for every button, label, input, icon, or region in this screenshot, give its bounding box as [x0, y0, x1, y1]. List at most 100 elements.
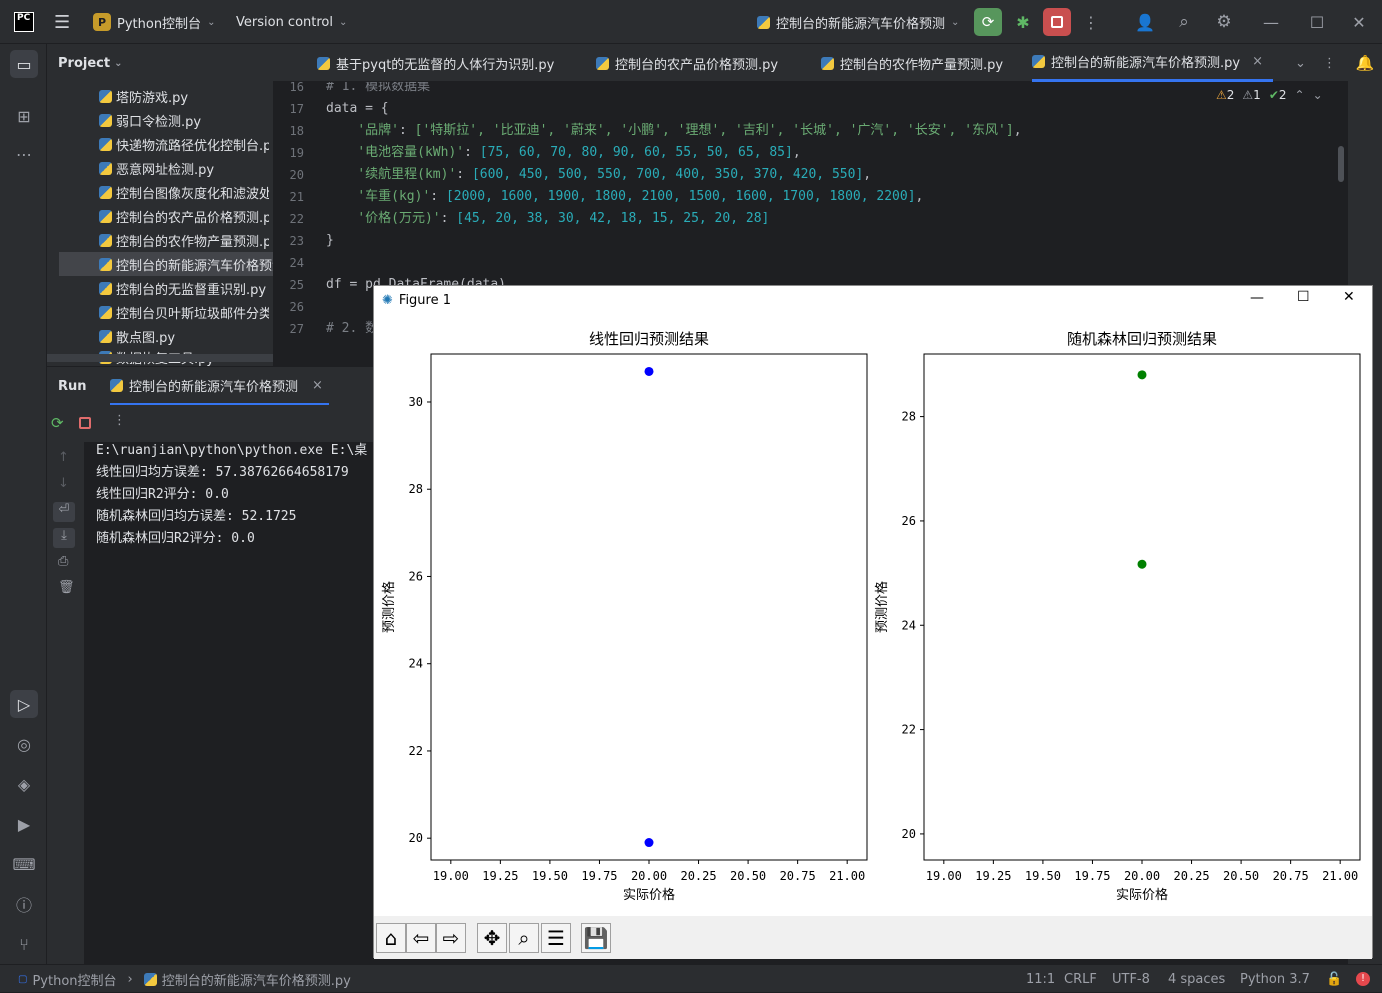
more-tools-button[interactable]: ⋯ [10, 140, 38, 168]
file-name: 控制台的农产品价格预测.py [116, 210, 269, 226]
chevron-down-icon: ⌄ [114, 57, 123, 69]
figure-maximize-button[interactable]: ☐ [1297, 289, 1310, 305]
run-config-selector[interactable]: 控制台的新能源汽车价格预测 ⌄ [757, 0, 959, 44]
print-button[interactable]: ⎙ [58, 554, 68, 569]
breadcrumb-project[interactable]: Python控制台 [32, 970, 116, 989]
minimize-button[interactable]: — [1248, 0, 1294, 44]
pycharm-logo-icon: PC [14, 12, 34, 32]
terminal-button[interactable]: ⌨ [10, 850, 38, 878]
line-number: 19 [289, 146, 304, 160]
project-tree-item[interactable]: 控制台贝叶斯垃圾邮件分类.py [99, 300, 269, 324]
editor-tab-active[interactable]: 控制台的新能源汽车价格预测.py × [1032, 44, 1273, 82]
python-interpreter[interactable]: Python 3.7 [1240, 965, 1310, 993]
project-tree-item[interactable]: 散点图.py [99, 324, 269, 348]
debug-button[interactable]: ✱ [1009, 8, 1037, 36]
more-actions-button[interactable]: ⋮ [1077, 8, 1105, 36]
run-tab[interactable]: 控制台的新能源汽车价格预测 × [110, 367, 329, 405]
file-encoding[interactable]: UTF-8 [1112, 965, 1150, 993]
git-button[interactable]: ⑂ [10, 930, 38, 958]
chevron-down-icon[interactable]: ⌄ [1313, 88, 1323, 102]
close-tab-icon[interactable]: × [312, 378, 323, 393]
stop-button[interactable] [1043, 8, 1071, 36]
down-button[interactable]: ↓ [58, 476, 69, 491]
run-tool-button[interactable]: ▷ [10, 690, 38, 718]
project-tree-item[interactable]: 控制台图像灰度化和滤波处理.py [99, 180, 269, 204]
home-button[interactable]: ⌂ [376, 923, 406, 953]
x-tick-label: 20.25 [680, 869, 716, 883]
caret-position[interactable]: 11:1 [1026, 965, 1055, 993]
plot-frame [430, 353, 868, 861]
maximize-button[interactable]: ☐ [1294, 0, 1340, 44]
up-button[interactable]: ↑ [58, 450, 69, 465]
zoom-button[interactable]: ⌕ [509, 923, 539, 953]
clear-button[interactable]: 🗑 [58, 580, 75, 595]
project-tree-item[interactable]: 快递物流路径优化控制台.py [99, 132, 269, 156]
tab-more-button[interactable]: ⋮ [1323, 44, 1336, 82]
more-actions-button[interactable]: ⋮ [113, 413, 126, 428]
breadcrumb-file[interactable]: 控制台的新能源汽车价格预测.py [162, 970, 351, 989]
project-tree-item[interactable]: 控制台的农产品价格预测.py [99, 204, 269, 228]
structure-tool-button[interactable]: ⊞ [10, 102, 38, 130]
app-logo: PC [14, 0, 34, 44]
horizontal-scrollbar[interactable] [47, 354, 273, 362]
save-figure-button[interactable]: 💾 [581, 923, 611, 953]
settings-button[interactable]: ⚙ [1210, 8, 1238, 36]
lock-icon[interactable]: 🔓 [1326, 965, 1342, 993]
pan-button[interactable]: ✥ [477, 923, 507, 953]
line-number: 20 [289, 168, 304, 182]
project-panel-header[interactable]: Project ⌄ [47, 44, 273, 82]
close-button[interactable]: ✕ [1336, 0, 1382, 44]
inspection-widget[interactable]: ⚠2 ⚠1 ✔2 ⌃ ⌄ [1216, 88, 1323, 102]
move-icon: ✥ [483, 926, 501, 950]
figure-close-button[interactable]: ✕ [1343, 289, 1355, 305]
project-tool-button[interactable]: ▭ [10, 50, 38, 78]
close-tab-icon[interactable]: × [1252, 54, 1263, 69]
rerun-button[interactable]: ⟳ [51, 414, 64, 432]
y-tick-label: 26 [902, 514, 916, 528]
project-tree-item[interactable]: 塔防游戏.py [99, 84, 269, 108]
configure-subplots-button[interactable]: ☰ [541, 923, 571, 953]
project-tree-item[interactable]: 弱口令检测.py [99, 108, 269, 132]
console-output[interactable]: E:\ruanjian\python\python.exe E:\桌 线性回归均… [84, 442, 373, 964]
chevron-up-icon[interactable]: ⌃ [1295, 88, 1305, 102]
module-icon: ▢ [18, 973, 28, 985]
x-tick-label: 21.00 [829, 869, 865, 883]
git-branch-icon: ⑂ [19, 934, 29, 954]
line-separator[interactable]: CRLF [1064, 965, 1097, 993]
editor-tab[interactable]: 控制台的农作物产量预测.py [821, 44, 1003, 82]
project-selector[interactable]: P Python控制台 ⌄ [93, 0, 215, 44]
python-console-button[interactable]: ◎ [10, 730, 38, 758]
search-button[interactable]: ⌕ [1170, 8, 1198, 36]
x-tick-label: 19.75 [581, 869, 617, 883]
maximize-icon: ☐ [1309, 12, 1325, 32]
vcs-selector[interactable]: Version control ⌄ [236, 0, 347, 44]
tab-list-button[interactable]: ⌄ [1295, 44, 1306, 82]
editor-tab[interactable]: 基于pyqt的无监督的人体行为识别.py [317, 44, 554, 82]
figure-canvas[interactable]: 线性回归预测结果 19.00 19.25 19.50 19.75 20.00 20.25 20… [374, 314, 1372, 916]
y-tick-label: 20 [409, 831, 423, 845]
back-button[interactable]: ⇦ [406, 923, 436, 953]
problems-button[interactable]: ⓘ [10, 890, 38, 918]
dict-key: '车重(kg)' [357, 189, 431, 204]
project-tree-item[interactable]: 控制台的农作物产量预测.py [99, 228, 269, 252]
figure-minimize-button[interactable]: — [1250, 290, 1264, 306]
indent-setting[interactable]: 4 spaces [1168, 965, 1225, 993]
notifications-button[interactable]: 🔔 [1354, 52, 1376, 74]
arrow-up-icon: ↑ [58, 450, 69, 465]
services-button[interactable]: ▶ [10, 810, 38, 838]
scroll-to-end-button[interactable]: ⤓ [53, 528, 75, 548]
project-tree-item[interactable]: 恶意网址检测.py [99, 156, 269, 180]
forward-button[interactable]: ⇨ [436, 923, 466, 953]
error-indicator[interactable]: ! [1356, 965, 1370, 993]
vertical-scrollbar[interactable] [1338, 146, 1344, 182]
editor-tab[interactable]: 控制台的农产品价格预测.py [596, 44, 778, 82]
print-icon: ⎙ [58, 554, 69, 569]
stop-button[interactable] [79, 417, 91, 429]
add-user-button[interactable]: 👤 [1131, 8, 1159, 36]
soft-wrap-button[interactable]: ⏎ [53, 502, 75, 522]
main-menu-icon[interactable]: ☰ [54, 0, 70, 44]
project-tree-item[interactable]: 控制台的无监督重识别.py [99, 276, 269, 300]
rerun-button[interactable]: ⟳ [974, 8, 1002, 36]
python-packages-button[interactable]: ◈ [10, 770, 38, 798]
project-tree-item-selected[interactable]: 控制台的新能源汽车价格预测.py [59, 252, 273, 276]
